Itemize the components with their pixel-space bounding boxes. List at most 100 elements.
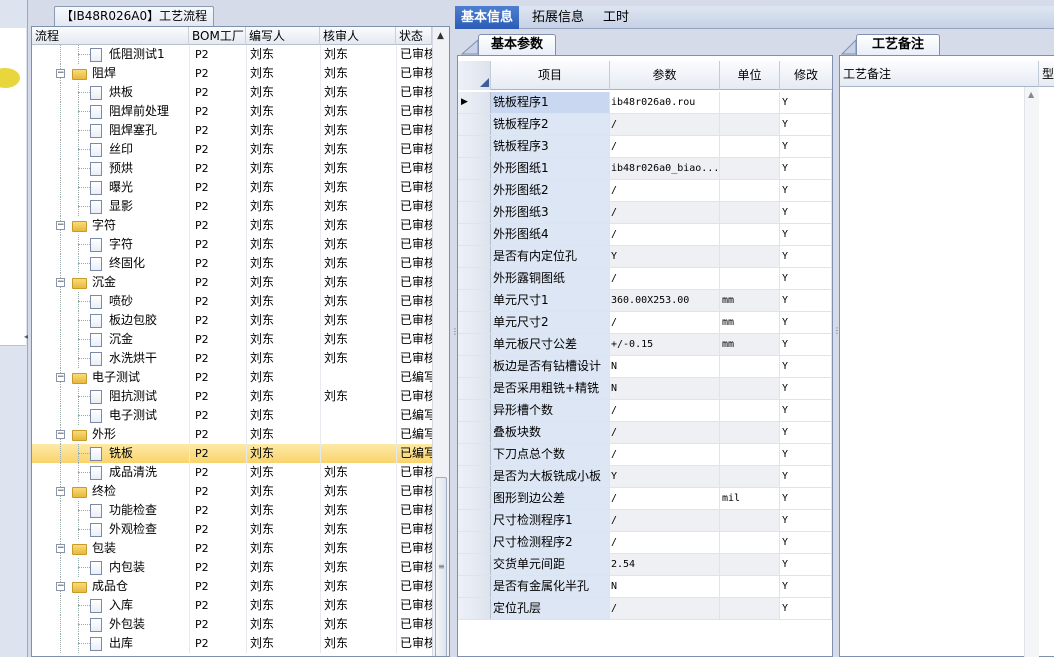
- param-modify-cell[interactable]: Y: [780, 290, 832, 311]
- param-unit-cell[interactable]: [720, 268, 780, 289]
- param-value-cell[interactable]: N: [610, 576, 720, 597]
- param-row[interactable]: 尺寸检测程序2/ Y: [458, 532, 832, 554]
- remarks-scrollbar[interactable]: ▲: [1024, 87, 1039, 657]
- param-value-cell[interactable]: N: [610, 356, 720, 377]
- tree-scrollbar[interactable]: ▲ ≡: [432, 27, 449, 656]
- row-header[interactable]: [458, 224, 491, 245]
- col-header-item[interactable]: 项目: [491, 61, 610, 90]
- param-value-cell[interactable]: /: [610, 114, 720, 135]
- collapse-icon[interactable]: −: [56, 373, 65, 382]
- collapse-icon[interactable]: −: [56, 221, 65, 230]
- param-row[interactable]: 外形图纸4/ Y: [458, 224, 832, 246]
- col-header-reviewer[interactable]: 核审人: [320, 27, 396, 45]
- tree-row[interactable]: 终固化 P2 刘东 刘东 已审核: [32, 254, 432, 273]
- row-header[interactable]: [458, 422, 491, 443]
- tree-row[interactable]: − 沉金 P2 刘东 刘东 已审核: [32, 273, 432, 292]
- row-header[interactable]: [458, 290, 491, 311]
- param-modify-cell[interactable]: Y: [780, 356, 832, 377]
- row-header[interactable]: [458, 202, 491, 223]
- param-modify-cell[interactable]: Y: [780, 158, 832, 179]
- select-all-corner[interactable]: [458, 61, 491, 90]
- row-header[interactable]: [458, 378, 491, 399]
- tab-basic-info[interactable]: 基本信息: [455, 6, 520, 29]
- col-header-unit[interactable]: 单位: [720, 61, 780, 90]
- tree-row[interactable]: − 包装 P2 刘东 刘东 已审核: [32, 539, 432, 558]
- param-row[interactable]: 下刀点总个数 / Y: [458, 444, 832, 466]
- param-modify-cell[interactable]: Y: [780, 114, 832, 135]
- param-row[interactable]: 外形图纸3/ Y: [458, 202, 832, 224]
- collapse-icon[interactable]: −: [56, 278, 65, 287]
- param-value-cell[interactable]: 2.54: [610, 554, 720, 575]
- scroll-up-icon[interactable]: ▲: [1028, 90, 1034, 99]
- param-modify-cell[interactable]: Y: [780, 444, 832, 465]
- collapse-icon[interactable]: −: [56, 582, 65, 591]
- param-unit-cell[interactable]: [720, 246, 780, 267]
- row-header[interactable]: [458, 312, 491, 333]
- tree-row[interactable]: 阻抗测试 P2 刘东 刘东 已审核: [32, 387, 432, 406]
- process-flow-tab[interactable]: 【IB48R026A0】工艺流程: [54, 6, 215, 26]
- param-row[interactable]: 定位孔层 / Y: [458, 598, 832, 620]
- tree-row[interactable]: 内包装 P2 刘东 刘东 已审核: [32, 558, 432, 577]
- tab-work-hours[interactable]: 工时: [597, 6, 635, 29]
- param-modify-cell[interactable]: Y: [780, 268, 832, 289]
- param-value-cell[interactable]: /: [610, 268, 720, 289]
- param-modify-cell[interactable]: Y: [780, 180, 832, 201]
- row-header[interactable]: [458, 576, 491, 597]
- tree-row[interactable]: 成品清洗 P2 刘东 刘东 已审核: [32, 463, 432, 482]
- tree-row[interactable]: 阻焊前处理 P2 刘东 刘东 已审核: [32, 102, 432, 121]
- row-header[interactable]: [458, 334, 491, 355]
- param-unit-cell[interactable]: mil: [720, 488, 780, 509]
- param-unit-cell[interactable]: [720, 356, 780, 377]
- tree-row[interactable]: 烘板 P2 刘东 刘东 已审核: [32, 83, 432, 102]
- current-row-indicator-icon[interactable]: ▶: [458, 92, 491, 113]
- col-header-param[interactable]: 参数: [610, 61, 720, 90]
- col-header-status[interactable]: 状态: [396, 27, 432, 45]
- param-value-cell[interactable]: +/-0.15: [610, 334, 720, 355]
- param-unit-cell[interactable]: [720, 554, 780, 575]
- param-row[interactable]: ▶ 铣板程序1 ib48r026a0.rou Y: [458, 92, 832, 114]
- row-header[interactable]: [458, 598, 491, 619]
- param-unit-cell[interactable]: [720, 422, 780, 443]
- tree-row[interactable]: − 电子测试 P2 刘东 已编写: [32, 368, 432, 387]
- tree-row[interactable]: 水洗烘干 P2 刘东 刘东 已审核: [32, 349, 432, 368]
- param-row[interactable]: 铣板程序3/ Y: [458, 136, 832, 158]
- tree-row[interactable]: 铣板 P2 刘东 已编写: [32, 444, 432, 463]
- param-row[interactable]: 是否有金属化半孔 N Y: [458, 576, 832, 598]
- tree-row[interactable]: 喷砂 P2 刘东 刘东 已审核: [32, 292, 432, 311]
- tab-extended-info[interactable]: 拓展信息: [526, 6, 590, 29]
- param-modify-cell[interactable]: Y: [780, 136, 832, 157]
- param-value-cell[interactable]: Y: [610, 466, 720, 487]
- tree-row[interactable]: 出库 P2 刘东 刘东 已审核: [32, 634, 432, 653]
- col-header-modify[interactable]: 修改: [780, 61, 832, 90]
- row-header[interactable]: [458, 488, 491, 509]
- param-unit-cell[interactable]: mm: [720, 312, 780, 333]
- tree-row[interactable]: − 字符 P2 刘东 刘东 已审核: [32, 216, 432, 235]
- splitter-grip-icon[interactable]: ◂: [24, 333, 28, 341]
- col-header-bom[interactable]: BOM工厂: [189, 27, 246, 45]
- param-unit-cell[interactable]: [720, 92, 780, 113]
- param-modify-cell[interactable]: Y: [780, 312, 832, 333]
- collapse-icon[interactable]: −: [56, 430, 65, 439]
- param-modify-cell[interactable]: Y: [780, 532, 832, 553]
- param-row[interactable]: 外形图纸2/ Y: [458, 180, 832, 202]
- row-header[interactable]: [458, 180, 491, 201]
- param-modify-cell[interactable]: Y: [780, 598, 832, 619]
- row-header[interactable]: [458, 114, 491, 135]
- param-row[interactable]: 是否为大板铣成小板 Y Y: [458, 466, 832, 488]
- param-row[interactable]: 图形到边公差 / mil Y: [458, 488, 832, 510]
- row-header[interactable]: [458, 158, 491, 179]
- row-header[interactable]: [458, 444, 491, 465]
- param-value-cell[interactable]: /: [610, 136, 720, 157]
- tree-row[interactable]: 预烘 P2 刘东 刘东 已审核: [32, 159, 432, 178]
- param-row[interactable]: 外形图纸1 ib48r026a0_biao... Y: [458, 158, 832, 180]
- param-unit-cell[interactable]: [720, 114, 780, 135]
- col-header-flow[interactable]: 流程: [32, 27, 189, 45]
- param-modify-cell[interactable]: Y: [780, 224, 832, 245]
- param-row[interactable]: 板边是否有钻槽设计 N Y: [458, 356, 832, 378]
- param-unit-cell[interactable]: [720, 136, 780, 157]
- param-modify-cell[interactable]: Y: [780, 576, 832, 597]
- param-modify-cell[interactable]: Y: [780, 400, 832, 421]
- param-unit-cell[interactable]: mm: [720, 334, 780, 355]
- param-value-cell[interactable]: ib48r026a0.rou: [610, 92, 720, 113]
- param-value-cell[interactable]: /: [610, 312, 720, 333]
